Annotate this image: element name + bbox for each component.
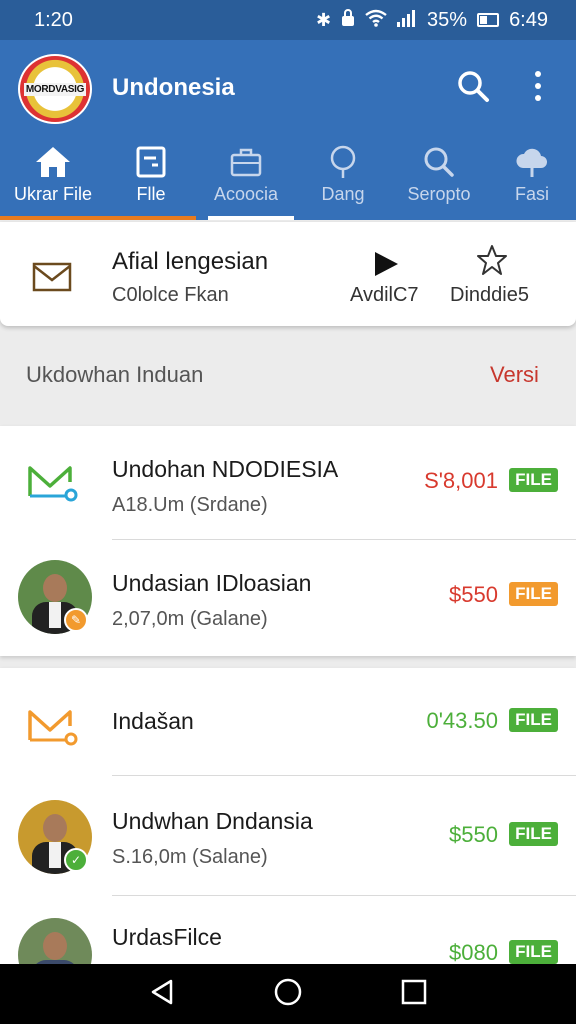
status-time-left: 1:20 [34, 8, 73, 31]
status-time-right: 6:49 [509, 8, 548, 31]
briefcase-icon [226, 144, 266, 180]
item-subtitle: 2,07,0m (Galane) [112, 608, 268, 630]
back-button[interactable] [149, 978, 175, 1011]
tab-orange-underline [0, 216, 106, 220]
search-icon [458, 71, 489, 102]
recents-button[interactable] [401, 979, 427, 1010]
file-badge[interactable]: FILE [509, 708, 558, 732]
app-logo[interactable]: MORDVASIG [18, 54, 92, 124]
tab-label: Ukrar File [13, 184, 92, 204]
tree-icon [323, 144, 363, 180]
section-title: Ukdowhan Induan [26, 362, 204, 387]
recents-icon [401, 979, 427, 1004]
home-icon [33, 144, 73, 180]
avatar [18, 918, 92, 964]
tab-acoocia[interactable]: Acoocia [196, 136, 296, 220]
item-title: Undasian IDloasian [112, 570, 312, 596]
edit-badge-icon: ✎ [64, 608, 88, 632]
featured-title: Afial lengesian [112, 248, 269, 275]
section-action-link[interactable]: Versi [490, 362, 539, 388]
battery-percent: 35% [427, 8, 468, 31]
tab-seropto[interactable]: Seropto [390, 136, 488, 220]
list-item[interactable]: Undohan NDODIESIA A18.Um (Srdane) S'8,00… [0, 426, 576, 540]
more-options-button[interactable] [528, 68, 548, 104]
tab-label: Flle [136, 184, 166, 204]
item-price: S'8,001 [424, 468, 498, 493]
list-item[interactable]: ✓ Undwhan Dndansia S.16,0m (Salane) $550… [0, 776, 576, 896]
check-badge-icon: ✓ [64, 848, 88, 872]
system-nav-bar [0, 964, 576, 1024]
item-title: Indašan [112, 708, 194, 734]
item-price: $550 [449, 582, 498, 607]
toolbar: MORDVASIG Undonesia [0, 40, 576, 136]
list-group-1: Undohan NDODIESIA A18.Um (Srdane) S'8,00… [0, 426, 576, 656]
item-title: UrdasFilce [112, 924, 222, 950]
tab-file[interactable]: Flle [106, 136, 196, 220]
item-subtitle: S.16,0m (Salane) [112, 846, 268, 868]
status-bar: 1:20 ✱ 35% 6:49 [0, 0, 576, 40]
mail-icon [26, 462, 80, 507]
tab-ukrar-file[interactable]: Ukrar File [0, 136, 106, 220]
mail-icon [32, 262, 72, 297]
tab-orange-underline [106, 216, 196, 220]
wifi-icon [365, 9, 387, 32]
battery-icon [477, 13, 500, 27]
signal-icon [397, 9, 417, 32]
bluetooth-icon: ✱ [315, 9, 332, 30]
file-badge[interactable]: FILE [509, 940, 558, 964]
home-button[interactable] [273, 977, 303, 1012]
cloud-icon [512, 144, 552, 180]
play-icon [375, 252, 398, 276]
play-label: AvdilC7 [350, 284, 419, 306]
status-icons: ✱ 35% 6:49 [316, 9, 548, 32]
file-badge[interactable]: FILE [509, 822, 558, 846]
list-group-2: Indašan 0'43.50 FILE ✓ Undwhan Dndansia … [0, 668, 576, 964]
logo-text: MORDVASIG [23, 82, 87, 96]
mail-icon [26, 706, 80, 751]
featured-subtitle: C0lolce Fkan [112, 284, 229, 306]
item-title: Undohan NDODIESIA [112, 456, 339, 482]
item-title: Undwhan Dndansia [112, 808, 313, 834]
star-label: Dinddie5 [450, 284, 529, 306]
search-icon [419, 144, 459, 180]
star-icon [477, 245, 507, 275]
tab-label: Seropto [407, 184, 471, 204]
section-header: Ukdowhan Induan Versi [0, 340, 576, 420]
search-button[interactable] [455, 68, 491, 104]
star-button[interactable] [476, 244, 508, 281]
tab-selected-indicator [208, 216, 294, 220]
app-bar: MORDVASIG Undonesia Ukrar File Flle Acoo… [0, 40, 576, 220]
play-button[interactable] [372, 250, 400, 283]
item-subtitle: A18.Um (Srdane) [112, 494, 268, 516]
file-badge[interactable]: FILE [509, 468, 558, 492]
list-item[interactable]: Indašan 0'43.50 FILE [0, 668, 576, 776]
list-item[interactable]: UrdasFilce $080 FILE [0, 896, 576, 964]
file-badge[interactable]: FILE [509, 582, 558, 606]
item-price: $550 [449, 822, 498, 847]
back-icon [151, 979, 173, 1004]
featured-card[interactable]: Afial lengesian C0lolce Fkan AvdilC7 Din… [0, 222, 576, 326]
tab-bar: Ukrar File Flle Acoocia Dang Seropto Fas… [0, 136, 576, 220]
home-circle-icon [274, 978, 302, 1005]
item-price: $080 [449, 940, 498, 964]
tab-label: Dang [321, 184, 365, 204]
tab-label: Fasi [514, 184, 549, 204]
file-icon [131, 144, 171, 180]
app-title: Undonesia [112, 74, 235, 101]
list-item[interactable]: ✎ Undasian IDloasian 2,07,0m (Galane) $5… [0, 540, 576, 654]
item-price: 0'43.50 [426, 708, 499, 733]
tab-fasi[interactable]: Fasi [488, 136, 576, 220]
lock-icon [341, 8, 355, 32]
tab-dang[interactable]: Dang [296, 136, 390, 220]
tab-label: Acoocia [213, 184, 279, 204]
